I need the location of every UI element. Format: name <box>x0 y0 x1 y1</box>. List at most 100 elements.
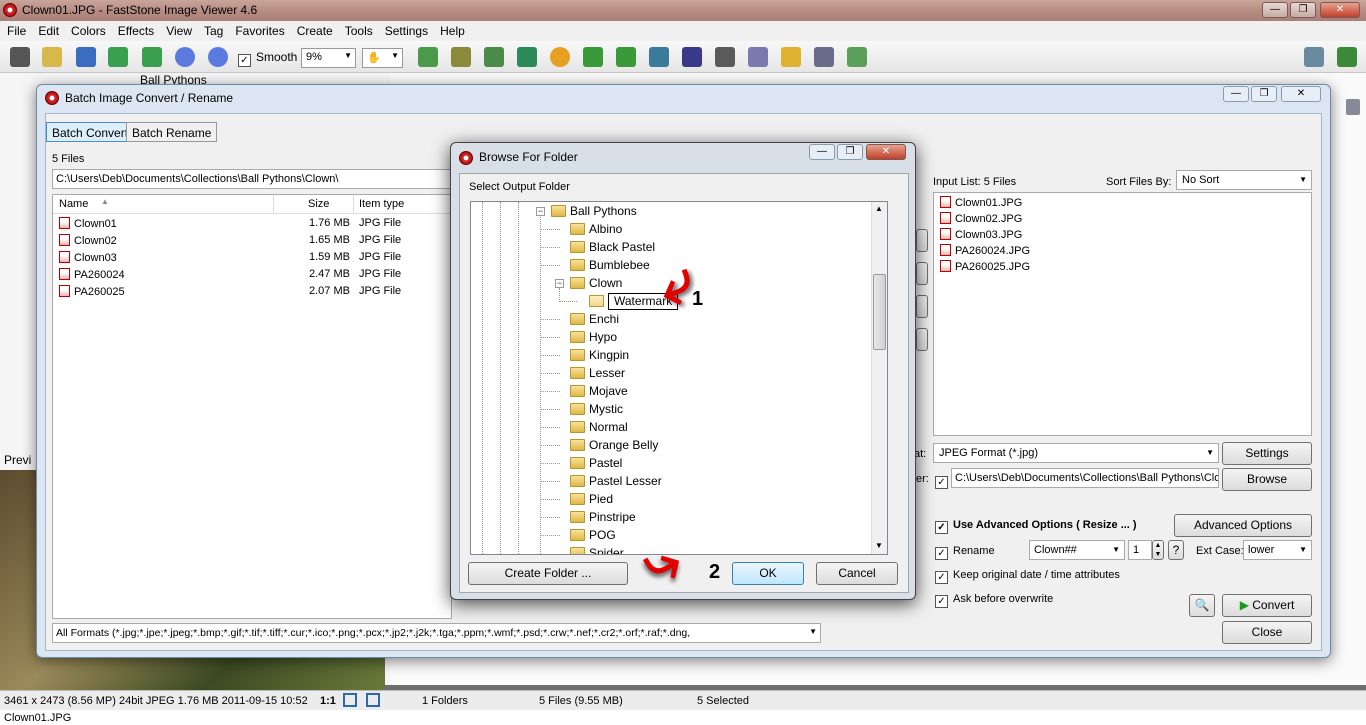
menu-file[interactable]: File <box>0 21 31 38</box>
email-icon[interactable] <box>781 47 801 67</box>
batch-close-button[interactable]: ✕ <box>1281 86 1321 102</box>
rotate-left-icon[interactable] <box>583 47 603 67</box>
rename-start-stepper[interactable]: ▲ ▼ <box>1152 540 1164 560</box>
smooth-toggle[interactable]: ✓ Smooth <box>238 50 297 67</box>
move-button[interactable] <box>916 229 928 252</box>
color-icon[interactable] <box>484 47 504 67</box>
output-folder-field[interactable]: C:\Users\Deb\Documents\Collections\Ball … <box>951 468 1219 488</box>
keep-date-checkbox[interactable]: ✓ <box>935 571 948 584</box>
source-path-field[interactable]: C:\Users\Deb\Documents\Collections\Ball … <box>52 169 452 189</box>
preview-tab[interactable]: Previ <box>4 453 31 467</box>
tree-folder[interactable]: POG <box>570 526 616 544</box>
checklist-icon[interactable] <box>847 47 867 67</box>
collapse-icon[interactable]: − <box>555 279 564 288</box>
person-icon[interactable] <box>517 47 537 67</box>
scroll-up-icon[interactable]: ▲ <box>875 204 883 213</box>
file-list[interactable]: Name ▲ Size Item type Clown01 1.76 MB JPG … <box>52 194 452 619</box>
menu-colors[interactable]: Colors <box>64 21 111 38</box>
browse-maximize-button[interactable]: ❐ <box>837 144 863 160</box>
tree-folder[interactable]: Mystic <box>570 400 623 418</box>
print-icon[interactable] <box>814 47 834 67</box>
tree-folder-black-pastel[interactable]: Black Pastel <box>570 238 655 256</box>
actual-size-icon[interactable] <box>366 693 380 707</box>
file-row[interactable]: PA260025 2.07 MB JPG File <box>59 285 449 302</box>
minimize-button[interactable]: — <box>1262 2 1288 18</box>
batch-maximize-button[interactable]: ❐ <box>1251 86 1277 102</box>
tree-folder[interactable]: Orange Belly <box>570 436 658 454</box>
file-row[interactable]: Clown01 1.76 MB JPG File <box>59 217 449 234</box>
pan-tool-select[interactable]: ✋ ▼ <box>362 48 403 68</box>
sort-select[interactable]: No Sort ▼ <box>1176 170 1312 190</box>
trash-icon[interactable] <box>1346 99 1360 115</box>
browse-button[interactable]: Browse <box>1222 468 1312 491</box>
menu-effects[interactable]: Effects <box>111 21 159 38</box>
browse-minimize-button[interactable]: — <box>809 144 835 160</box>
format-filter-select[interactable]: All Formats (*.jpg;*.jpe;*.jpeg;*.bmp;*.… <box>52 623 821 643</box>
input-file-item[interactable]: PA260025.JPG <box>940 260 1030 277</box>
ok-button[interactable]: OK <box>732 562 804 585</box>
tree-folder[interactable]: Pastel <box>570 454 622 472</box>
zoom-out-icon[interactable] <box>208 47 228 67</box>
rotate-right-icon[interactable] <box>616 47 636 67</box>
zoom-in-icon[interactable] <box>175 47 195 67</box>
tree-folder[interactable]: Lesser <box>570 364 625 382</box>
use-advanced-option[interactable]: ✓ Use Advanced Options ( Resize ... ) <box>935 519 1137 534</box>
settings-button[interactable]: Settings <box>1222 442 1312 465</box>
tree-folder[interactable]: Spider <box>570 544 624 554</box>
menu-view[interactable]: View <box>159 21 197 38</box>
fullscreen-icon[interactable] <box>1337 47 1357 67</box>
draw-icon[interactable] <box>748 47 768 67</box>
menu-create[interactable]: Create <box>290 21 338 38</box>
ext-case-select[interactable]: lower ▼ <box>1243 540 1312 560</box>
layout-icon[interactable] <box>1304 47 1324 67</box>
tree-folder[interactable]: Pied <box>570 490 613 508</box>
use-advanced-checkbox[interactable]: ✓ <box>935 521 948 534</box>
ask-overwrite-option[interactable]: ✓ Ask before overwrite <box>935 593 1053 608</box>
rename-start-field[interactable]: 1 <box>1128 540 1152 560</box>
fit-icon[interactable] <box>343 693 357 707</box>
tree-scrollbar[interactable]: ▲ ▼ <box>871 202 887 554</box>
col-name[interactable]: Name <box>59 198 88 210</box>
crop-icon[interactable] <box>451 47 471 67</box>
tree-folder-bumblebee[interactable]: Bumblebee <box>570 256 650 274</box>
forward-icon[interactable] <box>142 47 162 67</box>
tree-folder[interactable]: Enchi <box>570 310 619 328</box>
preview-search-button[interactable]: 🔍 <box>1189 594 1215 617</box>
brightness-icon[interactable] <box>550 47 570 67</box>
cancel-button[interactable]: Cancel <box>816 562 898 585</box>
slideshow-icon[interactable] <box>715 47 735 67</box>
close-window-button[interactable]: ✕ <box>1320 2 1360 18</box>
close-button[interactable]: Close <box>1222 621 1312 644</box>
move-button[interactable] <box>916 328 928 351</box>
tab-batch-convert[interactable]: Batch Convert <box>46 122 135 142</box>
menu-help[interactable]: Help <box>433 21 470 38</box>
keep-date-option[interactable]: ✓ Keep original date / time attributes <box>935 569 1120 584</box>
file-row[interactable]: Clown03 1.59 MB JPG File <box>59 251 449 268</box>
move-button[interactable] <box>916 295 928 318</box>
input-file-item[interactable]: Clown01.JPG <box>940 196 1022 213</box>
camera-icon[interactable] <box>10 47 30 67</box>
file-row[interactable]: Clown02 1.65 MB JPG File <box>59 234 449 251</box>
smooth-checkbox[interactable]: ✓ <box>238 54 251 67</box>
col-type[interactable]: Item type <box>359 198 404 210</box>
tree-folder-albino[interactable]: Albino <box>570 220 622 238</box>
rename-checkbox[interactable]: ✓ <box>935 547 948 560</box>
menu-settings[interactable]: Settings <box>378 21 433 38</box>
maximize-button[interactable]: ❐ <box>1290 2 1316 18</box>
input-file-item[interactable]: Clown02.JPG <box>940 212 1022 229</box>
scroll-thumb[interactable] <box>873 274 886 350</box>
tree-folder[interactable]: Kingpin <box>570 346 629 364</box>
collapse-icon[interactable]: − <box>536 207 545 216</box>
output-folder-check[interactable]: ✓ <box>935 476 948 489</box>
resize-icon[interactable] <box>418 47 438 67</box>
advanced-options-button[interactable]: Advanced Options <box>1174 514 1312 537</box>
tree-folder[interactable]: Hypo <box>570 328 617 346</box>
menu-tools[interactable]: Tools <box>338 21 378 38</box>
file-row[interactable]: PA260024 2.47 MB JPG File <box>59 268 449 285</box>
tree-folder[interactable]: Mojave <box>570 382 628 400</box>
rename-pattern-select[interactable]: Clown## ▼ <box>1029 540 1125 560</box>
menu-tag[interactable]: Tag <box>197 21 228 38</box>
tree-folder[interactable]: Normal <box>570 418 628 436</box>
menu-edit[interactable]: Edit <box>31 21 64 38</box>
create-folder-button[interactable]: Create Folder ... <box>468 562 628 585</box>
